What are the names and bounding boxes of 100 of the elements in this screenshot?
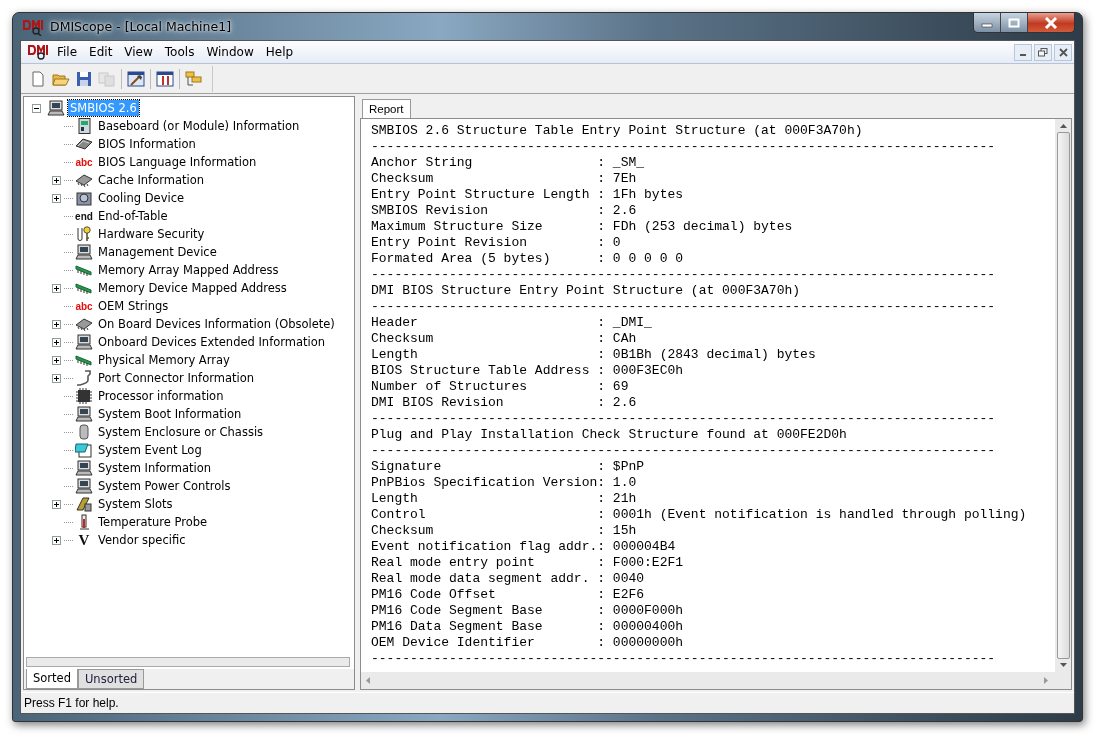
tree-item[interactable]: Port Connector Information	[96, 370, 256, 386]
colon: :	[597, 587, 606, 603]
expand-toggle[interactable]	[52, 355, 61, 365]
field-label: Header	[371, 315, 419, 331]
menu-item[interactable]: Help	[259, 43, 300, 61]
expand-toggle[interactable]	[52, 193, 61, 203]
close-icon	[1044, 16, 1058, 29]
hammer-window-icon	[127, 70, 145, 87]
colon: :	[597, 251, 606, 267]
tree-item[interactable]: BIOS Language Information	[96, 154, 259, 170]
horizontal-scrollbar[interactable]	[26, 657, 350, 667]
key-icon	[75, 226, 93, 242]
chip-icon	[75, 136, 93, 152]
close-button[interactable]	[1054, 43, 1072, 61]
field-value: 69	[612, 379, 629, 395]
tree-item[interactable]: OEM Strings	[96, 298, 171, 314]
processor-icon	[75, 388, 93, 404]
tree-item[interactable]: System Event Log	[96, 442, 204, 458]
field-label: PM16 Code Offset	[371, 587, 497, 603]
maximize-button[interactable]	[1001, 13, 1028, 32]
field-value: 15h	[612, 523, 637, 539]
tree-item[interactable]: System Information	[96, 460, 214, 476]
field-label: Real mode entry point	[371, 555, 536, 571]
tree-item[interactable]: Onboard Devices Extended Information	[96, 334, 328, 350]
field-label: Checksum	[371, 331, 435, 347]
menu-item[interactable]: Tools	[158, 43, 201, 61]
window-title: DMIScope - [Local Machine1]	[50, 19, 232, 34]
tree-item[interactable]: Management Device	[96, 244, 219, 260]
tab[interactable]: Report	[362, 99, 411, 118]
minimize-button[interactable]	[974, 13, 1001, 32]
tab[interactable]: Sorted	[26, 669, 78, 689]
tree-item[interactable]: Vendor specific	[96, 532, 188, 548]
dashed-separator: --------------------------------------------------------------------------------	[371, 267, 996, 283]
module-icon	[75, 316, 93, 332]
tree-item[interactable]: Memory Device Mapped Address	[96, 280, 289, 296]
tree-item[interactable]: Baseboard (or Module) Information	[96, 118, 302, 134]
expand-toggle[interactable]	[52, 535, 61, 545]
field-label: PM16 Data Segment Base	[371, 619, 544, 635]
field-value: E2F6	[612, 587, 645, 603]
dashed-separator: --------------------------------------------------------------------------------	[371, 299, 996, 315]
field-value: 2.6	[612, 395, 637, 411]
tree-item[interactable]: Cache Information	[96, 172, 206, 188]
expand-toggle[interactable]	[52, 499, 61, 509]
tree-item[interactable]: Hardware Security	[96, 226, 207, 242]
scroll-thumb[interactable]	[1056, 132, 1070, 659]
menu-item[interactable]: File	[51, 43, 84, 61]
menu-item[interactable]: View	[118, 43, 159, 61]
vertical-scrollbar[interactable]	[1055, 119, 1071, 672]
tree-item[interactable]: Temperature Probe	[96, 514, 210, 530]
expand-toggle[interactable]	[52, 319, 61, 329]
tree-item[interactable]: System Slots	[96, 496, 175, 512]
status-text: Press F1 for help.	[24, 696, 119, 710]
menu-item[interactable]: Window	[200, 43, 260, 61]
report-heading: Plug and Play Installation Check Structure found at 000FE2D0h	[371, 427, 847, 443]
colon: :	[597, 507, 606, 523]
tree-item[interactable]: Processor information	[96, 388, 226, 404]
field-label: Checksum	[371, 171, 435, 187]
colon: :	[597, 347, 606, 363]
colon: :	[597, 523, 606, 539]
memory-stick-icon	[75, 352, 93, 368]
tree-item[interactable]: System Power Controls	[96, 478, 233, 494]
tree-item[interactable]: Cooling Device	[96, 190, 187, 206]
computer-icon	[75, 244, 93, 260]
expand-toggle[interactable]	[52, 337, 61, 347]
field-label: PM16 Code Segment Base	[371, 603, 544, 619]
page-icon	[30, 70, 46, 87]
tab[interactable]: Unsorted	[77, 669, 145, 689]
document-logo-icon[interactable]	[27, 43, 49, 61]
tree-item[interactable]: Physical Memory Array	[96, 352, 232, 368]
tree-item[interactable]: End-of-Table	[96, 208, 170, 224]
colon: :	[597, 203, 606, 219]
right-arrow-icon	[1044, 677, 1049, 684]
tree-item[interactable]: On Board Devices Information (Obsolete)	[96, 316, 337, 332]
tree-item[interactable]: System Enclosure or Chassis	[96, 424, 266, 440]
expand-toggle[interactable]	[52, 283, 61, 293]
dashed-separator: --------------------------------------------------------------------------------	[371, 411, 996, 427]
report-heading: DMI BIOS Structure Entry Point Structure (at 000F3A70h)	[371, 283, 801, 299]
dashed-separator: --------------------------------------------------------------------------------	[371, 651, 996, 667]
colon: :	[597, 363, 606, 379]
close-icon	[1058, 47, 1068, 57]
tree-item[interactable]: Memory Array Mapped Address	[96, 262, 281, 278]
tree-item[interactable]: BIOS Information	[96, 136, 198, 152]
field-value: F000:E2F1	[612, 555, 684, 571]
app-logo-icon	[22, 17, 44, 36]
field-label: Length	[371, 347, 419, 363]
colon: :	[597, 619, 606, 635]
menu-item[interactable]: Edit	[83, 43, 119, 61]
restore-button[interactable]	[1034, 43, 1052, 61]
memory-stick-icon	[75, 280, 93, 296]
field-value: 000F3EC0h	[612, 363, 684, 379]
expand-toggle[interactable]	[52, 373, 61, 383]
copy-icon	[98, 70, 116, 87]
horizontal-scrollbar[interactable]	[361, 672, 1071, 689]
icon-label: abc	[75, 156, 93, 168]
expand-toggle[interactable]	[52, 175, 61, 185]
close-button[interactable]	[1028, 13, 1074, 32]
field-label: Maximum Structure Size	[371, 219, 544, 235]
folders-icon	[185, 70, 203, 87]
tree-item[interactable]: System Boot Information	[96, 406, 244, 422]
field-label: Length	[371, 491, 419, 507]
